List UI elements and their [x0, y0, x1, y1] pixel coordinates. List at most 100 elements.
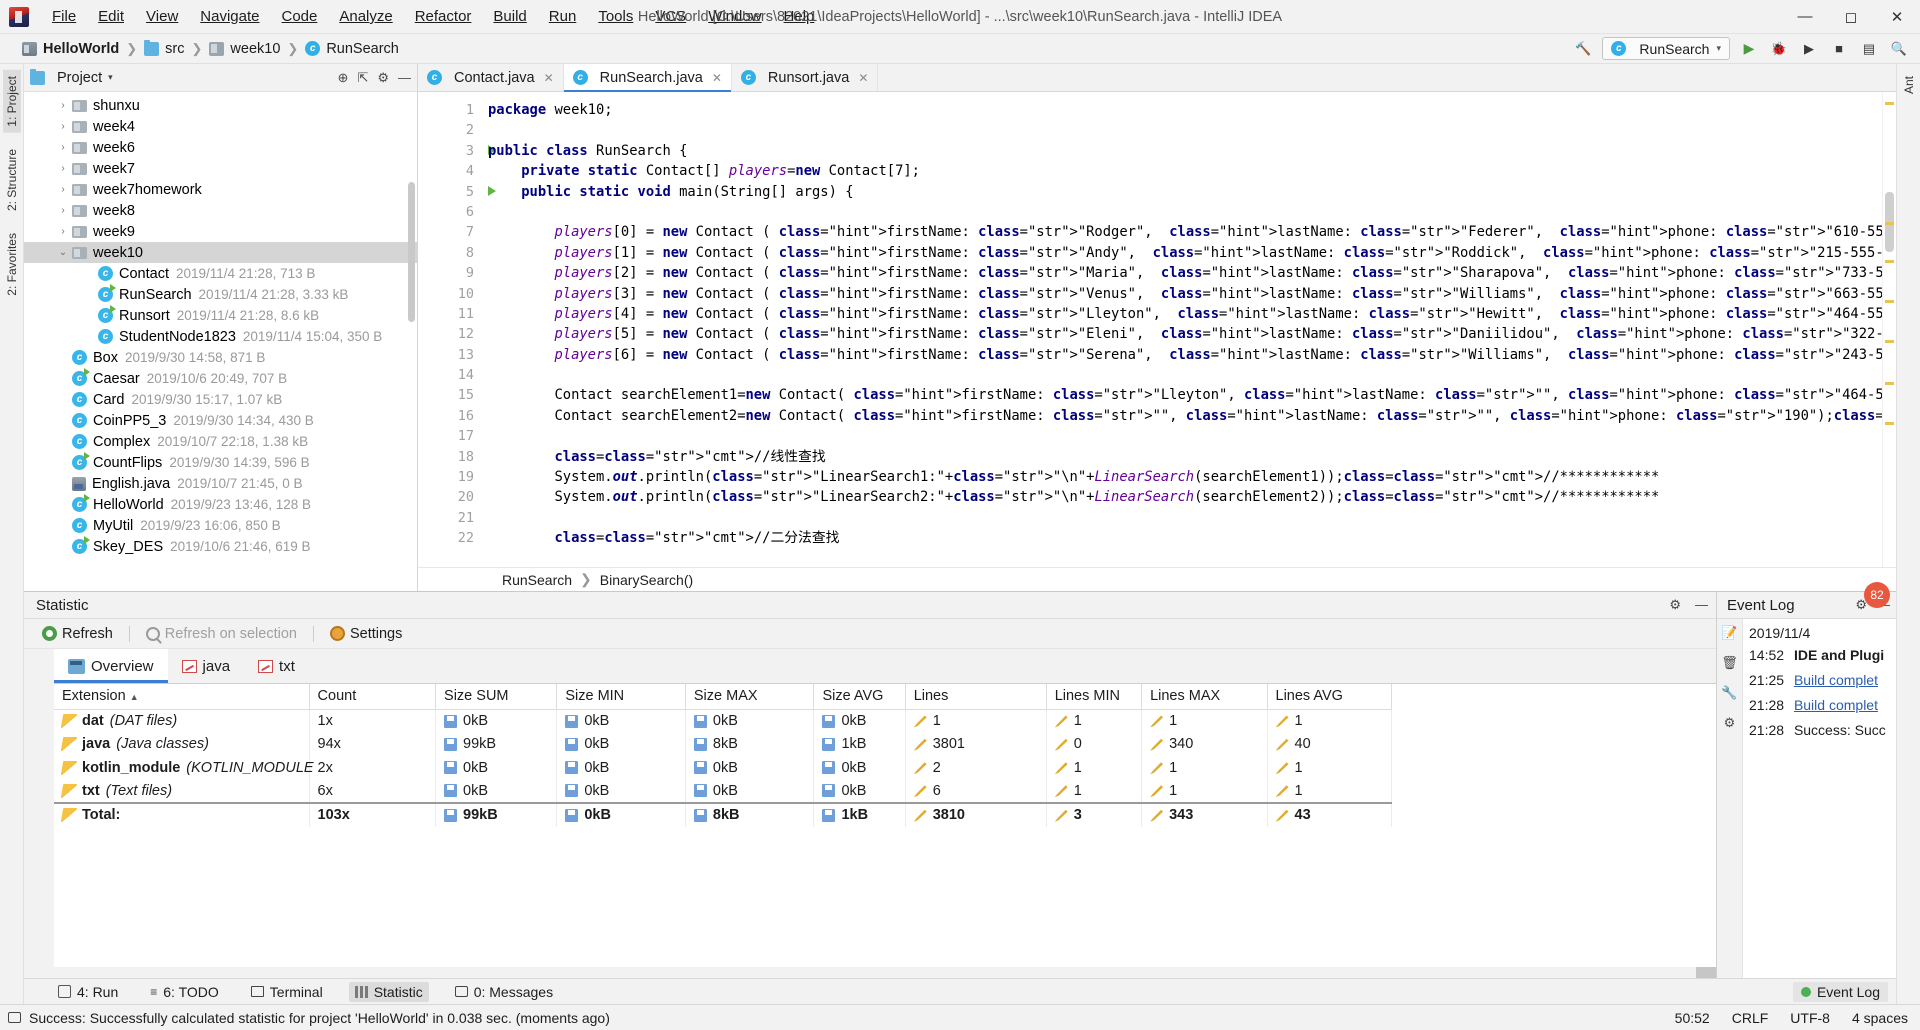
sidebar-item-project[interactable]: 1: Project: [2, 70, 21, 133]
indent-setting[interactable]: 4 spaces: [1852, 1010, 1908, 1026]
stop-icon[interactable]: ■: [1828, 38, 1850, 60]
tool-button-run[interactable]: 4: Run: [52, 982, 124, 1002]
menu-help[interactable]: Help: [773, 4, 826, 29]
tab-java[interactable]: java: [168, 649, 245, 683]
tree-item-runsort[interactable]: ›cRunsort2019/11/4 21:28, 8.6 kB: [24, 305, 417, 326]
chevron-right-icon[interactable]: ›: [54, 184, 72, 195]
tab-runsearch-java[interactable]: c RunSearch.java ✕: [563, 64, 732, 92]
tree-item-box[interactable]: ›cBox2019/9/30 14:58, 871 B: [24, 347, 417, 368]
tree-item-week6[interactable]: › week6: [24, 137, 417, 158]
hammer-icon[interactable]: 🔨: [1572, 38, 1594, 60]
run-icon[interactable]: ▶: [1738, 38, 1760, 60]
tree-item-skey-des[interactable]: ›cSkey_DES2019/10/6 21:46, 619 B: [24, 536, 417, 557]
event-log-chip[interactable]: Event Log: [1792, 981, 1888, 1002]
list-item[interactable]: 21:28 Success: Succ: [1749, 722, 1892, 738]
tree-item-week4[interactable]: › week4: [24, 116, 417, 137]
debug-icon[interactable]: 🐞: [1768, 38, 1790, 60]
table-header-size-avg[interactable]: Size AVG: [813, 684, 906, 710]
search-icon[interactable]: 🔍: [1888, 38, 1910, 60]
tree-item-week10[interactable]: ⌄ week10: [24, 242, 417, 263]
tab-txt[interactable]: txt: [244, 649, 309, 683]
maximize-button[interactable]: ◻: [1828, 0, 1874, 33]
table-header-lines-min[interactable]: Lines MIN: [1046, 684, 1143, 710]
chevron-right-icon[interactable]: ›: [54, 163, 72, 174]
tree-item-myutil[interactable]: ›cMyUtil2019/9/23 16:06, 850 B: [24, 515, 417, 536]
breadcrumb-item-project[interactable]: HelloWorld: [43, 41, 119, 57]
menu-analyze[interactable]: Analyze: [328, 4, 403, 29]
tree-item-card[interactable]: ›cCard2019/9/30 15:17, 1.07 kB: [24, 389, 417, 410]
tab-runsort-java[interactable]: c Runsort.java ✕: [732, 64, 879, 91]
menu-run[interactable]: Run: [538, 4, 588, 29]
gear-icon[interactable]: ⚙: [377, 70, 389, 86]
breadcrumb-class[interactable]: RunSearch: [502, 572, 572, 588]
event-link[interactable]: Build complet: [1794, 672, 1878, 688]
menu-edit[interactable]: Edit: [87, 4, 135, 29]
tree-item-week9[interactable]: › week9: [24, 221, 417, 242]
tool-button-todo[interactable]: ≡ 6: TODO: [144, 982, 225, 1002]
editor-viewport[interactable]: 1 2 3 4 5 6 7 8 9 10 11 12 13 14 15 16 17 18 19 20 21 22 pack…: [418, 92, 1896, 567]
chevron-right-icon[interactable]: ›: [54, 205, 72, 216]
sidebar-item-favorites[interactable]: 2: Favorites: [3, 227, 21, 302]
breadcrumb-item-runsearch[interactable]: RunSearch: [326, 41, 399, 57]
table-row[interactable]: txt (Text files) 6x 0kB 0kB 0kB 0kB 6 1 1 1: [54, 779, 1393, 803]
table-header-size-sum[interactable]: Size SUM: [435, 684, 558, 710]
collapse-all-icon[interactable]: ⇱: [357, 70, 368, 86]
table-header-count[interactable]: Count: [309, 684, 437, 710]
statistic-table-container[interactable]: Extension ▲ Count Size SUM Size MIN Size MAX S…: [54, 683, 1716, 967]
table-row[interactable]: java (Java classes) 94x 99kB 0kB 8kB 1kB 3801 0 3…: [54, 732, 1393, 756]
menu-bar[interactable]: File Edit View Navigate Code Analyze Ref…: [41, 4, 825, 29]
target-icon[interactable]: ⊕: [338, 70, 349, 86]
run-configuration-selector[interactable]: c RunSearch ▾: [1602, 37, 1730, 60]
edit-icon[interactable]: 📝: [1721, 625, 1737, 641]
editor-scrollbar[interactable]: [1882, 92, 1896, 567]
coverage-icon[interactable]: ▶: [1798, 38, 1820, 60]
sidebar-item-structure[interactable]: 2: Structure: [3, 143, 21, 217]
breadcrumb-item-week10[interactable]: week10: [230, 41, 280, 57]
table-total-row[interactable]: Total: 103x 99kB 0kB 8kB 1kB 3810 3 343 43: [54, 802, 1393, 827]
tree-item-week7[interactable]: › week7: [24, 158, 417, 179]
tab-contact-java[interactable]: c Contact.java ✕: [418, 64, 564, 91]
tree-item-caesar[interactable]: ›cCaesar2019/10/6 20:49, 707 B: [24, 368, 417, 389]
tree-item-shunxu[interactable]: › shunxu: [24, 95, 417, 116]
trash-icon[interactable]: 🗑: [1721, 655, 1738, 671]
tab-overview[interactable]: Overview: [54, 649, 168, 683]
hide-icon[interactable]: —: [398, 70, 411, 85]
notification-badge[interactable]: 82: [1864, 582, 1890, 608]
chevron-right-icon[interactable]: ›: [54, 142, 72, 153]
refresh-on-selection-button[interactable]: Refresh on selection: [140, 624, 303, 644]
tree-item-helloworld[interactable]: ›cHelloWorld2019/9/23 13:46, 128 B: [24, 494, 417, 515]
breadcrumb-item-src[interactable]: src: [165, 41, 184, 57]
tree-item-studentnode1823[interactable]: ›cStudentNode18232019/11/4 15:04, 350 B: [24, 326, 417, 347]
menu-file[interactable]: File: [41, 4, 87, 29]
tool-button-terminal[interactable]: Terminal: [245, 982, 329, 1002]
menu-code[interactable]: Code: [270, 4, 328, 29]
gear-icon[interactable]: ⚙: [1669, 597, 1681, 613]
project-tree[interactable]: › shunxu › week4 › week6 › week7 › week7homework ›…: [24, 92, 417, 591]
tree-item-complex[interactable]: ›cComplex2019/10/7 22:18, 1.38 kB: [24, 431, 417, 452]
tree-item-week8[interactable]: › week8: [24, 200, 417, 221]
minimize-icon[interactable]: —: [1695, 597, 1708, 613]
code-text[interactable]: package week10; public class RunSearch { …: [480, 92, 1882, 567]
chevron-down-icon[interactable]: ⌄: [54, 247, 72, 258]
menu-refactor[interactable]: Refactor: [404, 4, 483, 29]
list-item[interactable]: 21:28 Build complet: [1749, 697, 1892, 713]
table-header-size-min[interactable]: Size MIN: [556, 684, 686, 710]
tree-item-countflips[interactable]: ›cCountFlips2019/9/30 14:39, 596 B: [24, 452, 417, 473]
settings-icon[interactable]: ⚙: [1724, 715, 1736, 731]
statistic-horizontal-scrollbar[interactable]: [54, 967, 1716, 978]
tree-item-runsearch[interactable]: ›cRunSearch2019/11/4 21:28, 3.33 kB: [24, 284, 417, 305]
project-tree-scrollbar[interactable]: [408, 182, 415, 322]
close-icon[interactable]: ✕: [858, 71, 868, 85]
wrench-icon[interactable]: 🔧: [1721, 685, 1737, 701]
tree-item-english-java[interactable]: ›English.java2019/10/7 21:45, 0 B: [24, 473, 417, 494]
scrollbar-thumb[interactable]: [1696, 967, 1716, 978]
file-encoding[interactable]: UTF-8: [1790, 1010, 1830, 1026]
table-row[interactable]: kotlin_module (KOTLIN_MODULE 2x 0kB 0kB 0kB 0k…: [54, 756, 1393, 780]
tree-item-contact[interactable]: ›cContact2019/11/4 21:28, 713 B: [24, 263, 417, 284]
list-item[interactable]: 14:52 IDE and Plugi: [1749, 647, 1892, 663]
chevron-right-icon[interactable]: ›: [54, 100, 72, 111]
tree-item-week7homework[interactable]: › week7homework: [24, 179, 417, 200]
table-header-size-max[interactable]: Size MAX: [685, 684, 815, 710]
table-header-lines-max[interactable]: Lines MAX: [1141, 684, 1268, 710]
event-link[interactable]: Build complet: [1794, 697, 1878, 713]
